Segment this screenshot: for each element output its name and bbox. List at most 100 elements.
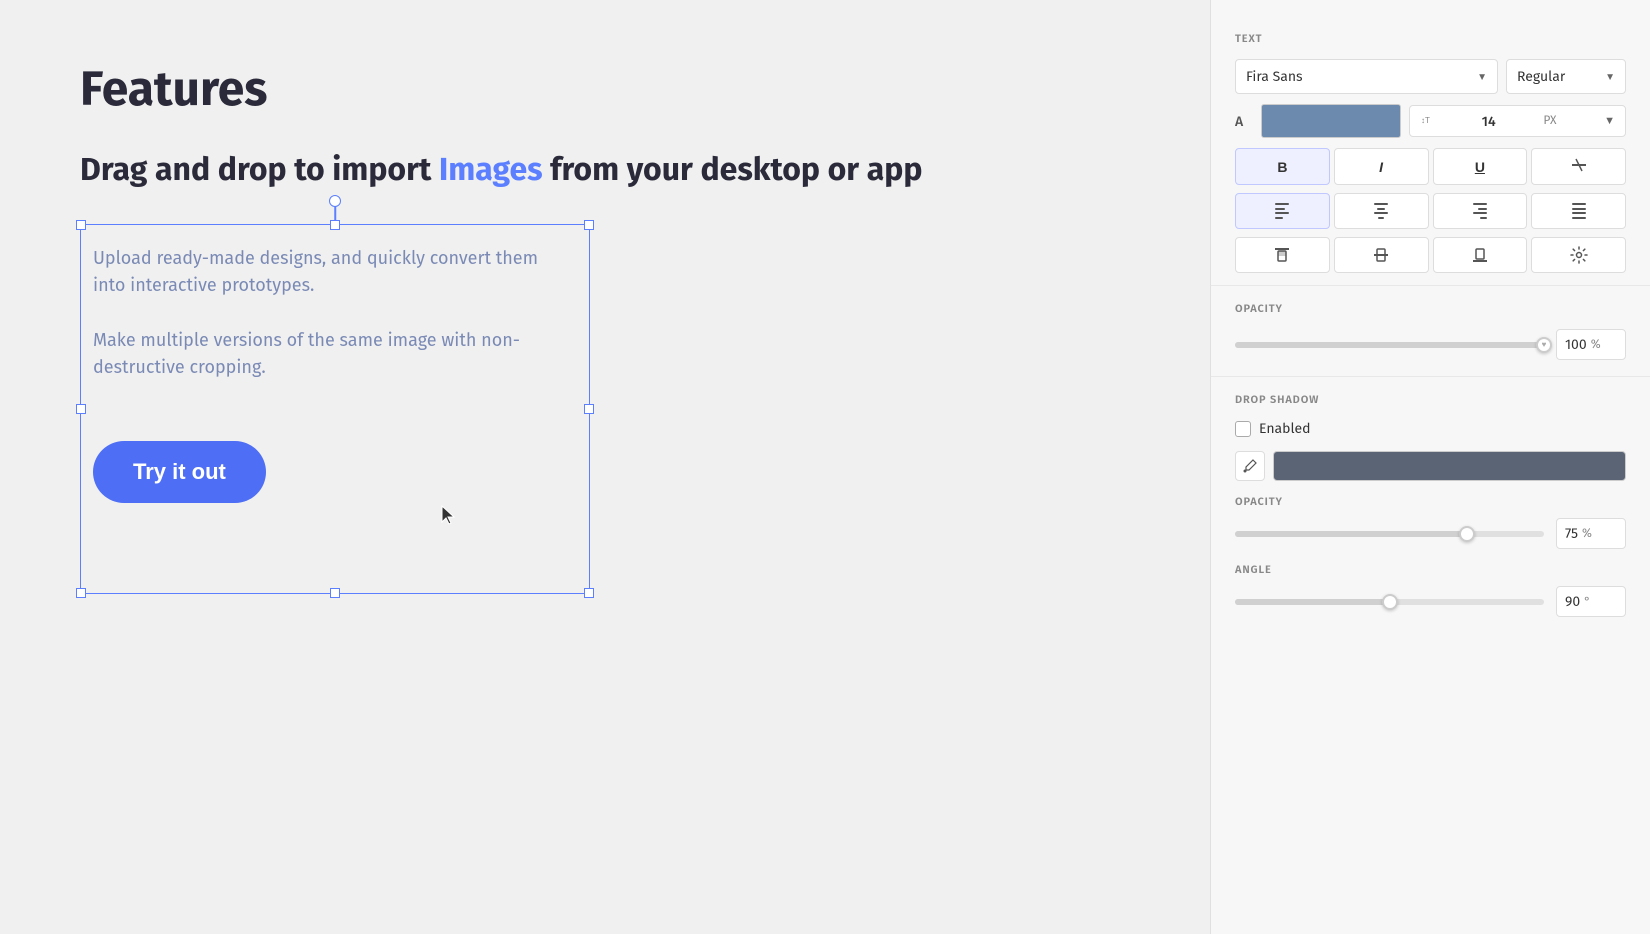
strikethrough-icon xyxy=(1571,157,1587,176)
font-select-chevron: ▼ xyxy=(1477,71,1487,83)
opacity-unit: % xyxy=(1591,338,1601,352)
font-name: Fira Sans xyxy=(1246,68,1303,85)
format-row: B I U xyxy=(1235,148,1626,185)
opacity-slider-track xyxy=(1235,342,1544,348)
font-weight-select[interactable]: Regular ▼ xyxy=(1506,59,1626,94)
italic-icon: I xyxy=(1379,159,1383,175)
shadow-opacity-unit: % xyxy=(1582,527,1592,541)
angle-value: 90 xyxy=(1565,593,1580,610)
valign-top-icon xyxy=(1273,246,1291,264)
shadow-color-row xyxy=(1235,451,1626,481)
enabled-row: Enabled xyxy=(1235,420,1626,437)
angle-slider-track xyxy=(1235,599,1544,605)
text-settings-button[interactable] xyxy=(1531,237,1626,273)
shadow-enabled-checkbox[interactable] xyxy=(1235,421,1251,437)
underline-button[interactable]: U xyxy=(1433,148,1528,185)
align-justify-icon xyxy=(1572,203,1586,219)
font-size-dropdown[interactable]: ▼ xyxy=(1604,115,1615,127)
font-family-select[interactable]: Fira Sans ▼ xyxy=(1235,59,1498,94)
angle-unit: ° xyxy=(1584,595,1590,609)
valign-bottom-button[interactable] xyxy=(1433,237,1528,273)
opacity-slider-thumb[interactable] xyxy=(1536,337,1552,353)
drag-drop-text-start: Drag and drop to import xyxy=(80,151,439,189)
underline-icon: U xyxy=(1475,159,1485,175)
canvas-content: Features Drag and drop to import Images … xyxy=(80,60,930,594)
handle-bot-left[interactable] xyxy=(76,588,86,598)
handle-top-right[interactable] xyxy=(584,220,594,230)
angle-slider-thumb[interactable] xyxy=(1382,594,1398,610)
align-right-button[interactable] xyxy=(1433,193,1528,229)
drop-shadow-label: DROP SHADOW xyxy=(1235,393,1626,406)
align-left-icon xyxy=(1275,203,1289,219)
valign-top-button[interactable] xyxy=(1235,237,1330,273)
text-color-swatch[interactable] xyxy=(1261,104,1401,138)
angle-label: ANGLE xyxy=(1235,563,1626,576)
features-heading: Features xyxy=(80,60,930,118)
valign-middle-button[interactable] xyxy=(1334,237,1429,273)
font-weight-label: Regular xyxy=(1517,68,1565,85)
align-row xyxy=(1235,193,1626,229)
shadow-color-swatch[interactable] xyxy=(1273,451,1626,481)
bold-button[interactable]: B xyxy=(1235,148,1330,185)
font-size-value: 14 xyxy=(1482,113,1496,130)
shadow-opacity-value-input[interactable]: 75 % xyxy=(1556,518,1626,549)
angle-slider-fill xyxy=(1235,599,1390,605)
shadow-opacity-slider-track xyxy=(1235,531,1544,537)
opacity-section: OPACITY 100 % xyxy=(1211,286,1650,377)
text-section: TEXT Fira Sans ▼ Regular ▼ A ↕T 1 xyxy=(1211,20,1650,286)
italic-button[interactable]: I xyxy=(1334,148,1429,185)
rotation-line xyxy=(334,205,336,220)
color-a-label: A xyxy=(1235,113,1253,130)
drop-shadow-section: DROP SHADOW Enabled OPACITY xyxy=(1211,377,1650,633)
handle-bot-right[interactable] xyxy=(584,588,594,598)
svg-text:↕T: ↕T xyxy=(1421,116,1430,125)
canvas-area: Features Drag and drop to import Images … xyxy=(0,0,1210,934)
angle-value-input[interactable]: 90 ° xyxy=(1556,586,1626,617)
bold-icon: B xyxy=(1277,159,1287,175)
text-section-label: TEXT xyxy=(1235,32,1626,45)
shadow-opacity-slider-fill xyxy=(1235,531,1467,537)
font-size-unit: PX xyxy=(1543,114,1556,128)
upload-text: Upload ready-made designs, and quickly c… xyxy=(93,245,569,299)
shadow-opacity-slider[interactable] xyxy=(1235,531,1544,537)
try-it-out-button[interactable]: Try it out xyxy=(93,441,266,503)
strikethrough-button[interactable] xyxy=(1531,148,1626,185)
shadow-color-picker-icon[interactable] xyxy=(1235,451,1265,481)
font-size-input-group[interactable]: ↕T 14 PX ▼ xyxy=(1409,105,1626,137)
align-right-icon xyxy=(1473,203,1487,219)
opacity-slider-row: 100 % xyxy=(1235,329,1626,360)
color-size-row: A ↕T 14 PX ▼ xyxy=(1235,104,1626,138)
valign-middle-icon xyxy=(1372,246,1390,264)
font-size-icon: ↕T xyxy=(1420,112,1434,130)
align-center-button[interactable] xyxy=(1334,193,1429,229)
eyedropper-icon xyxy=(1242,458,1258,474)
right-panel: TEXT Fira Sans ▼ Regular ▼ A ↕T 1 xyxy=(1210,0,1650,934)
shadow-opacity-slider-thumb[interactable] xyxy=(1459,526,1475,542)
handle-mid-left[interactable] xyxy=(76,404,86,414)
settings-icon xyxy=(1570,246,1588,264)
shadow-opacity-slider-row: 75 % xyxy=(1235,518,1626,549)
handle-top-left[interactable] xyxy=(76,220,86,230)
drag-drop-link: Images xyxy=(439,151,543,189)
angle-slider-row: 90 ° xyxy=(1235,586,1626,617)
drag-drop-text: Drag and drop to import Images from your… xyxy=(80,150,930,192)
opacity-section-label: OPACITY xyxy=(1235,302,1626,315)
handle-bot-center[interactable] xyxy=(330,588,340,598)
opacity-value-input[interactable]: 100 % xyxy=(1556,329,1626,360)
opacity-slider-fill xyxy=(1235,342,1544,348)
handle-mid-right[interactable] xyxy=(584,404,594,414)
make-multiple-text: Make multiple versions of the same image… xyxy=(93,327,569,381)
align-center-icon xyxy=(1374,203,1388,219)
font-row: Fira Sans ▼ Regular ▼ xyxy=(1235,59,1626,94)
handle-top-center[interactable] xyxy=(330,220,340,230)
weight-select-chevron: ▼ xyxy=(1605,71,1615,83)
drag-drop-text-end: from your desktop or app xyxy=(543,151,923,189)
selected-text-container[interactable]: Upload ready-made designs, and quickly c… xyxy=(80,224,590,594)
opacity-slider[interactable] xyxy=(1235,342,1544,348)
opacity-value: 100 xyxy=(1565,336,1587,353)
angle-slider[interactable] xyxy=(1235,599,1544,605)
align-left-button[interactable] xyxy=(1235,193,1330,229)
align-justify-button[interactable] xyxy=(1531,193,1626,229)
rotation-handle[interactable] xyxy=(329,195,341,207)
valign-bottom-icon xyxy=(1471,246,1489,264)
